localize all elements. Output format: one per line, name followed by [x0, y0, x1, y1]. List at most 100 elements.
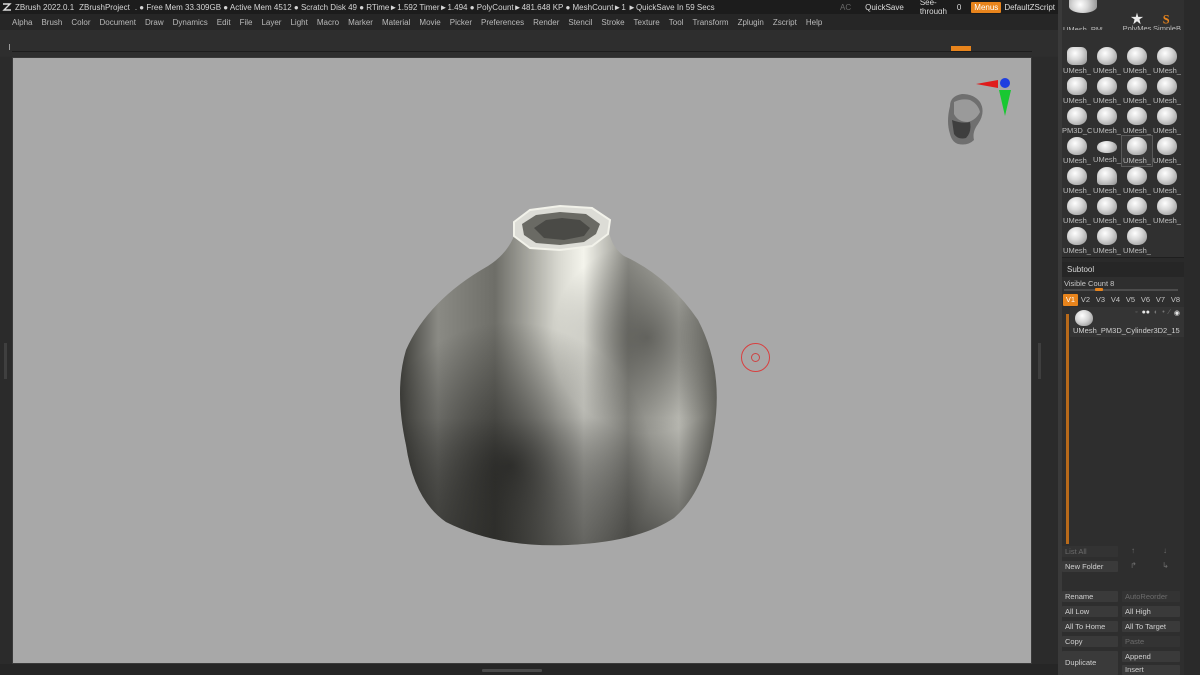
visible-count-knob[interactable] — [1095, 288, 1103, 291]
default-zscript-button[interactable]: DefaultZScript — [1004, 3, 1055, 12]
menu-stencil[interactable]: Stencil — [568, 18, 592, 27]
eye-icon[interactable]: ◉ — [1174, 309, 1180, 317]
tool-thumb[interactable]: UMesh_ — [1122, 196, 1152, 226]
tool-thumb-selected[interactable]: UMesh_ — [1121, 135, 1153, 167]
all-to-home-button[interactable]: All To Home — [1062, 621, 1118, 632]
menu-material[interactable]: Material — [382, 18, 410, 27]
auto-reorder-button[interactable]: AutoReorder — [1122, 591, 1180, 602]
menu-preferences[interactable]: Preferences — [481, 18, 524, 27]
menu-dynamics[interactable]: Dynamics — [173, 18, 208, 27]
tool-thumb[interactable]: UMesh_ — [1152, 136, 1182, 166]
move-up-arrow-icon[interactable]: ↑ — [1131, 546, 1135, 555]
menu-picker[interactable]: Picker — [450, 18, 472, 27]
subtool-title[interactable]: Subtool — [1062, 262, 1184, 277]
copy-button[interactable]: Copy — [1062, 636, 1118, 647]
menu-render[interactable]: Render — [533, 18, 559, 27]
brush-icon[interactable]: ∕ — [1169, 309, 1170, 317]
tool-thumb[interactable]: UMesh_ — [1092, 106, 1122, 136]
tool-thumb[interactable]: UMesh_ — [1062, 136, 1092, 166]
quicksave-button[interactable]: QuickSave — [865, 3, 904, 12]
tool-thumb[interactable]: UMesh_ — [1122, 46, 1152, 76]
visibility-dot-icon[interactable]: ●● — [1142, 309, 1150, 317]
tool-thumb[interactable]: UMesh_ — [1092, 76, 1122, 106]
menu-macro[interactable]: Macro — [317, 18, 339, 27]
tool-thumb[interactable]: UMesh_ — [1092, 166, 1122, 196]
tool-thumb[interactable]: UMesh_ — [1062, 46, 1092, 76]
tool-thumb[interactable]: UMesh_ — [1122, 76, 1152, 106]
menu-zscript[interactable]: Zscript — [773, 18, 797, 27]
menu-transform[interactable]: Transform — [692, 18, 728, 27]
tool-thumb[interactable]: UMesh_ — [1122, 166, 1152, 196]
all-high-button[interactable]: All High — [1122, 606, 1180, 617]
version-v6[interactable]: V6 — [1138, 294, 1153, 306]
tool-thumb[interactable]: UMesh_PM3D_C — [1063, 0, 1103, 30]
left-tray-grip[interactable] — [4, 343, 7, 379]
bottom-tray-grip[interactable] — [482, 669, 542, 672]
menu-light[interactable]: Light — [290, 18, 307, 27]
merge-arrow-icon[interactable]: ↳ — [1162, 561, 1169, 570]
menu-color[interactable]: Color — [71, 18, 90, 27]
menu-movie[interactable]: Movie — [419, 18, 440, 27]
polypaint-icon[interactable]: ◦ — [1135, 309, 1137, 317]
menu-file[interactable]: File — [240, 18, 253, 27]
list-all-button[interactable]: List All — [1062, 546, 1118, 557]
rename-button[interactable]: Rename — [1062, 591, 1118, 602]
menu-alpha[interactable]: Alpha — [12, 18, 32, 27]
ac-button[interactable]: AC — [840, 3, 851, 12]
folder-icon[interactable]: ◐ — [1154, 309, 1158, 317]
paste-button[interactable]: Paste — [1122, 636, 1180, 647]
tool-thumb[interactable]: UMesh_ — [1062, 226, 1092, 256]
tool-thumb[interactable]: UMesh_ — [1092, 226, 1122, 256]
tool-thumb[interactable]: UMesh_ — [1152, 106, 1182, 136]
tool-thumb[interactable]: UMesh_ — [1152, 196, 1182, 226]
version-v3[interactable]: V3 — [1093, 294, 1108, 306]
tool-thumb[interactable]: S SimpleB — [1152, 0, 1182, 30]
version-v2[interactable]: V2 — [1078, 294, 1093, 306]
duplicate-button[interactable]: Duplicate — [1062, 651, 1118, 675]
tool-thumb[interactable]: UMesh_ — [1062, 196, 1092, 226]
redo-arrow-icon[interactable]: ↱ — [1130, 561, 1137, 570]
menu-document[interactable]: Document — [100, 18, 136, 27]
tool-thumb[interactable]: UMesh_ — [1152, 46, 1182, 76]
version-v8[interactable]: V8 — [1168, 294, 1183, 306]
append-button[interactable]: Append — [1122, 651, 1180, 662]
visible-count-slider[interactable]: Visible Count 8 — [1062, 277, 1184, 291]
menu-tool[interactable]: Tool — [669, 18, 684, 27]
menu-help[interactable]: Help — [806, 18, 822, 27]
tool-thumb[interactable]: UMesh_ — [1122, 106, 1152, 136]
tool-thumb[interactable]: UMesh_ — [1062, 166, 1092, 196]
menu-texture[interactable]: Texture — [634, 18, 660, 27]
menu-draw[interactable]: Draw — [145, 18, 164, 27]
menu-marker[interactable]: Marker — [348, 18, 373, 27]
menu-edit[interactable]: Edit — [217, 18, 231, 27]
version-v4[interactable]: V4 — [1108, 294, 1123, 306]
version-v7[interactable]: V7 — [1153, 294, 1168, 306]
tool-thumb[interactable]: UMesh_ — [1152, 166, 1182, 196]
tool-thumb[interactable]: PM3D_C — [1062, 106, 1092, 136]
version-v5[interactable]: V5 — [1123, 294, 1138, 306]
tool-thumb[interactable]: UMesh_ — [1092, 46, 1122, 76]
subtool-scrollbar[interactable] — [1066, 314, 1069, 544]
move-down-arrow-icon[interactable]: ↓ — [1163, 546, 1167, 555]
navigation-gizmo[interactable] — [940, 74, 1014, 150]
right-tray-grip[interactable] — [1038, 343, 1041, 379]
insert-button[interactable]: Insert — [1122, 665, 1180, 675]
menu-stroke[interactable]: Stroke — [601, 18, 624, 27]
tool-thumb[interactable]: UMesh_ — [1152, 76, 1182, 106]
lock-icon[interactable]: • — [1162, 309, 1164, 317]
menus-toggle-button[interactable]: Menus — [971, 1, 1002, 13]
subtool-item[interactable]: ◦ ●● ◐ • ∕ ◉ UMesh_PM3D_Cylinder3D2_15 — [1070, 307, 1184, 337]
tool-thumb[interactable]: UMesh_ — [1062, 76, 1092, 106]
tool-thumb[interactable]: UMesh_ — [1092, 196, 1122, 226]
version-v1[interactable]: V1 — [1063, 294, 1078, 306]
menu-brush[interactable]: Brush — [41, 18, 62, 27]
all-to-target-button[interactable]: All To Target — [1122, 621, 1180, 632]
menu-layer[interactable]: Layer — [261, 18, 281, 27]
tool-thumb[interactable]: PolyMes — [1122, 0, 1152, 30]
menu-zplugin[interactable]: Zplugin — [738, 18, 764, 27]
vase-mesh[interactable] — [388, 200, 728, 552]
tool-thumb[interactable]: UMesh_ — [1092, 136, 1122, 166]
all-low-button[interactable]: All Low — [1062, 606, 1118, 617]
tool-thumb[interactable]: UMesh_ — [1122, 226, 1152, 256]
new-folder-button[interactable]: New Folder — [1062, 561, 1118, 572]
